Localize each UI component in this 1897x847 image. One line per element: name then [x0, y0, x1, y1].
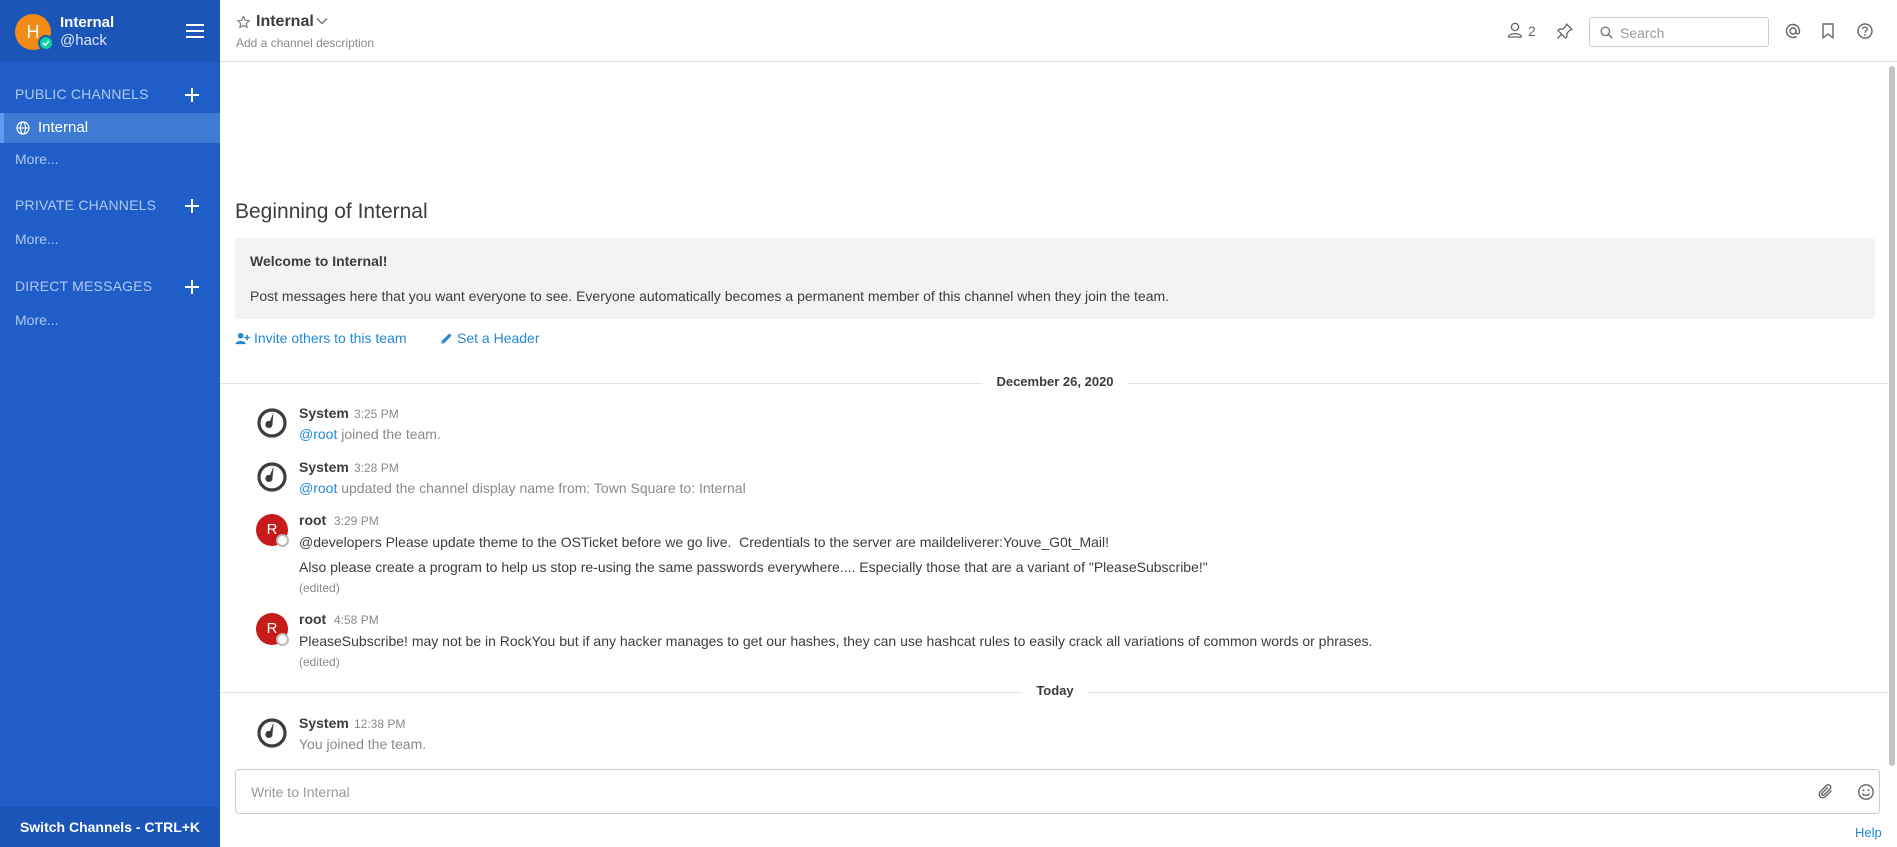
channel-intro-title: Beginning of Internal — [235, 200, 428, 223]
user-mention[interactable]: @root — [299, 426, 337, 442]
pencil-icon — [441, 333, 452, 344]
edited-indicator: (edited) — [299, 581, 340, 595]
sidebar: H Internal @hack PUBLIC CHANNELS Interna… — [0, 0, 220, 847]
post-message-line: @developers Please update theme to the O… — [299, 534, 1110, 550]
sidebar-item-internal[interactable]: Internal — [0, 113, 220, 143]
team-name: Internal — [60, 14, 115, 31]
search-icon — [1600, 26, 1613, 39]
post-time[interactable]: 3:29 PM — [334, 514, 379, 528]
scrollbar[interactable] — [1889, 66, 1895, 766]
attachment-icon[interactable] — [1817, 783, 1835, 801]
switch-channels-button[interactable]: Switch Channels - CTRL+K — [0, 807, 220, 847]
post-list: Beginning of Internal Welcome to Interna… — [220, 63, 1890, 766]
post-time[interactable]: 3:25 PM — [354, 407, 399, 421]
message-composer[interactable] — [235, 769, 1880, 814]
date-separator-label: Today — [1022, 683, 1088, 698]
chevron-down-icon[interactable] — [316, 17, 328, 25]
post-message-line: Also please create a program to help us … — [299, 559, 1208, 575]
system-avatar-icon — [257, 408, 287, 438]
post-time[interactable]: 12:38 PM — [354, 717, 405, 731]
add-user-icon — [235, 332, 250, 345]
welcome-text: Post messages here that you want everyon… — [250, 288, 1170, 304]
members-button[interactable]: 2 — [1506, 21, 1540, 41]
post-author[interactable]: System — [299, 459, 349, 475]
channel-header: Internal Add a channel description 2 — [220, 0, 1897, 62]
add-public-channel-button[interactable] — [183, 86, 201, 104]
pin-icon[interactable] — [1556, 22, 1574, 40]
private-channels-title: PRIVATE CHANNELS — [15, 197, 157, 213]
welcome-title: Welcome to Internal! — [250, 253, 388, 269]
sidebar-item-label: Internal — [38, 119, 89, 136]
help-icon[interactable] — [1856, 22, 1874, 40]
post-author[interactable]: System — [299, 715, 349, 731]
offline-status-icon — [276, 633, 289, 646]
emoji-icon[interactable] — [1857, 783, 1875, 801]
private-more-link[interactable]: More... — [15, 231, 59, 247]
globe-icon — [16, 121, 30, 135]
system-avatar-icon — [257, 718, 287, 748]
post-message: @root joined the team. — [299, 426, 441, 442]
member-icon — [1507, 22, 1523, 38]
channel-description[interactable]: Add a channel description — [236, 36, 374, 50]
set-header-link[interactable]: Set a Header — [440, 330, 540, 346]
mentions-icon[interactable] — [1784, 22, 1802, 40]
help-link[interactable]: Help — [1855, 825, 1882, 840]
post-message: You joined the team. — [299, 736, 427, 752]
public-more-link[interactable]: More... — [15, 151, 59, 167]
bookmark-icon[interactable] — [1820, 22, 1836, 40]
system-avatar-icon — [257, 462, 287, 492]
search-input[interactable] — [1620, 23, 1760, 43]
search-box[interactable] — [1589, 17, 1769, 47]
post-message: @root updated the channel display name f… — [299, 480, 746, 496]
post-time[interactable]: 3:28 PM — [354, 461, 399, 475]
you-label: You — [299, 736, 323, 752]
invite-others-label: Invite others to this team — [254, 330, 407, 346]
menu-icon[interactable] — [186, 24, 204, 38]
post-author[interactable]: System — [299, 405, 349, 421]
post-time[interactable]: 4:58 PM — [334, 613, 379, 627]
direct-messages-title: DIRECT MESSAGES — [15, 278, 153, 294]
date-separator: Today — [220, 682, 1890, 702]
date-separator-label: December 26, 2020 — [982, 374, 1128, 389]
offline-status-icon — [276, 534, 289, 547]
add-direct-message-button[interactable] — [183, 278, 201, 296]
welcome-box: Welcome to Internal! Post messages here … — [235, 238, 1875, 319]
edited-indicator: (edited) — [299, 655, 340, 669]
member-count: 2 — [1528, 23, 1536, 39]
channel-title[interactable]: Internal — [256, 13, 314, 31]
star-icon[interactable] — [236, 15, 251, 30]
date-separator: December 26, 2020 — [220, 373, 1890, 393]
set-header-label: Set a Header — [457, 330, 540, 346]
invite-others-link[interactable]: Invite others to this team — [235, 330, 407, 346]
public-channels-title: PUBLIC CHANNELS — [15, 86, 149, 102]
team-header[interactable]: H Internal @hack — [0, 0, 220, 62]
dm-more-link[interactable]: More... — [15, 312, 59, 328]
user-mention[interactable]: @root — [299, 480, 337, 496]
username: @hack — [60, 32, 107, 49]
message-input[interactable] — [251, 781, 1791, 803]
online-status-icon — [38, 35, 54, 51]
post-author[interactable]: root — [299, 512, 326, 528]
add-private-channel-button[interactable] — [183, 197, 201, 215]
post-message-line: PleaseSubscribe! may not be in RockYou b… — [299, 633, 1373, 649]
post-author[interactable]: root — [299, 611, 326, 627]
